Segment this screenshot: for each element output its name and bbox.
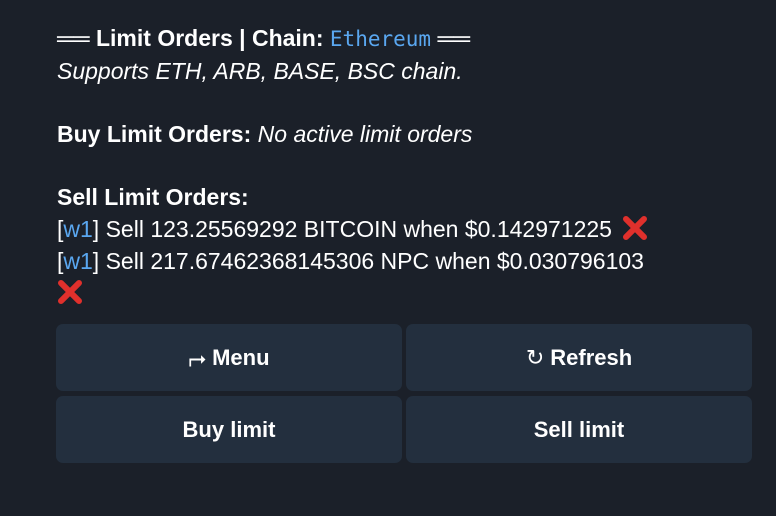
return-arrow-icon: ⮣ xyxy=(188,344,207,370)
buy-limit-button[interactable]: Buy limit xyxy=(56,396,402,463)
bot-message: ══ Limit Orders | Chain: Ethereum ══ Sup… xyxy=(57,22,769,309)
cross-mark-icon xyxy=(57,279,83,305)
keyboard-row: ⮣ Menu ↻ Refresh xyxy=(56,324,752,391)
menu-button[interactable]: ⮣ Menu xyxy=(56,324,402,391)
refresh-icon: ↻ xyxy=(525,344,545,370)
sell-orders-label: Sell Limit Orders: xyxy=(57,184,249,210)
buy-orders-line: Buy Limit Orders: No active limit orders xyxy=(57,118,769,150)
message-header: ══ Limit Orders | Chain: Ethereum ══ xyxy=(57,22,769,55)
refresh-button[interactable]: ↻ Refresh xyxy=(406,324,752,391)
message-subtitle: Supports ETH, ARB, BASE, BSC chain. xyxy=(57,58,463,84)
buy-orders-label: Buy Limit Orders: xyxy=(57,121,252,147)
sell-limit-label: Sell limit xyxy=(533,416,625,442)
keyboard-row: Buy limit Sell limit xyxy=(56,396,752,463)
header-suffix: ══ xyxy=(437,25,471,51)
cross-mark-icon xyxy=(622,215,648,241)
inline-keyboard: ⮣ Menu ↻ Refresh Buy limit Sell limit xyxy=(56,324,752,468)
sell-order-row: [w1] Sell 123.25569292 BITCOIN when $0.1… xyxy=(57,213,769,245)
chain-name: Ethereum xyxy=(329,27,432,51)
sell-limit-button[interactable]: Sell limit xyxy=(406,396,752,463)
wallet-link[interactable]: w1 xyxy=(63,248,92,274)
header-title: Limit Orders | Chain: xyxy=(95,25,330,51)
refresh-button-label: Refresh xyxy=(550,344,633,370)
menu-button-label: Menu xyxy=(212,344,270,370)
wallet-link[interactable]: w1 xyxy=(63,216,92,242)
sell-order-text: Sell 217.67462368145306 NPC when $0.0307… xyxy=(99,248,644,274)
buy-limit-label: Buy limit xyxy=(182,416,276,442)
sell-order-row: [w1] Sell 217.67462368145306 NPC when $0… xyxy=(57,245,769,277)
header-prefix: ══ xyxy=(57,25,90,51)
sell-order-text: Sell 123.25569292 BITCOIN when $0.142971… xyxy=(99,216,612,242)
buy-orders-status: No active limit orders xyxy=(257,121,473,147)
